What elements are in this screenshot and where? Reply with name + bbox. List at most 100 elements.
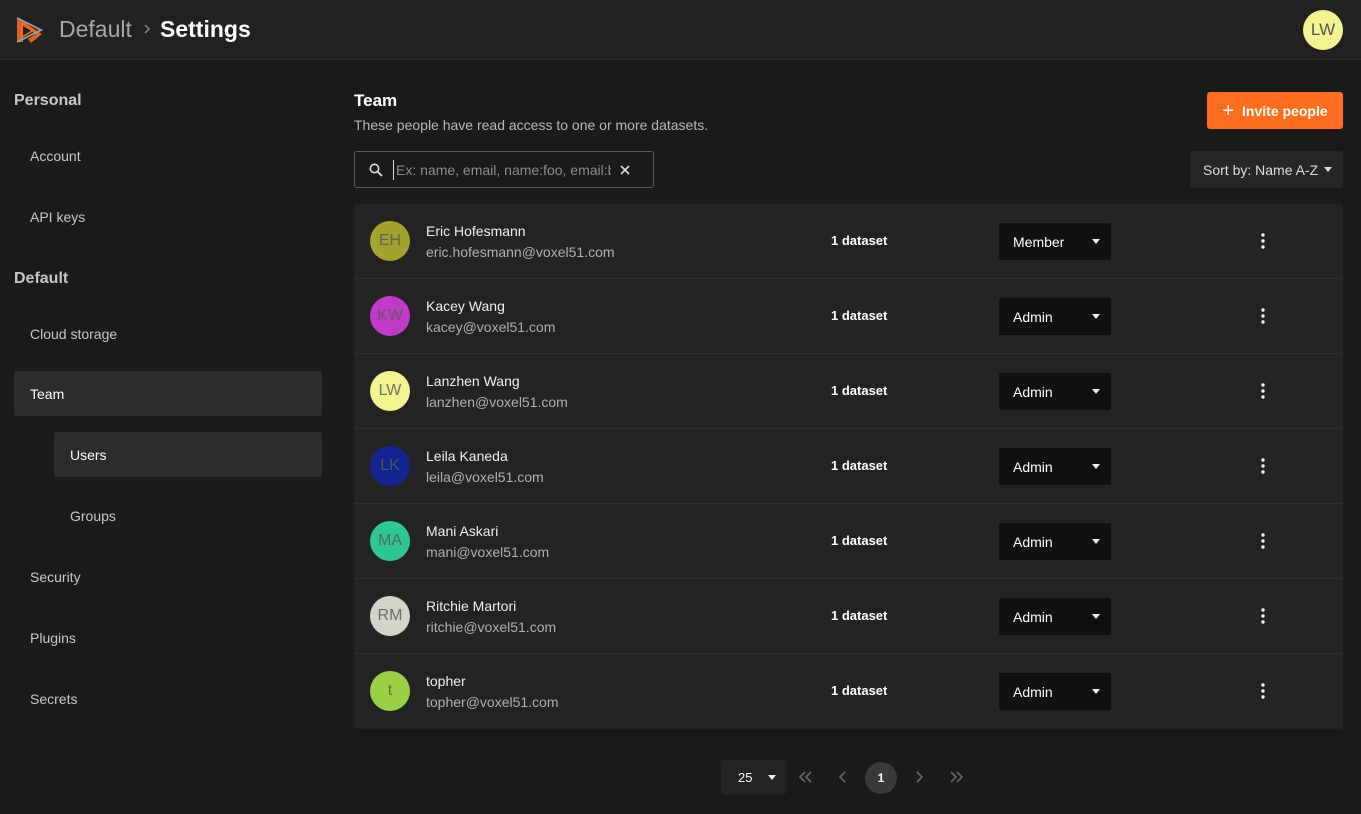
close-icon[interactable] <box>618 163 632 177</box>
role-dropdown[interactable]: Admin <box>999 373 1111 410</box>
caret-down-icon <box>1092 614 1100 619</box>
user-email: kacey@voxel51.com <box>426 319 556 335</box>
role-label: Admin <box>1013 383 1053 400</box>
avatar: t <box>370 671 410 711</box>
table-row: KW Kacey Wang kacey@voxel51.com 1 dataset Ad… <box>354 279 1343 354</box>
role-dropdown[interactable]: Admin <box>999 598 1111 635</box>
search-input[interactable] <box>393 160 611 180</box>
next-page-icon[interactable] <box>910 768 928 786</box>
user-name: Lanzhen Wang <box>426 373 520 389</box>
sidebar-item-groups[interactable]: Groups <box>54 493 322 538</box>
more-options-icon[interactable] <box>1255 531 1271 551</box>
role-dropdown[interactable]: Admin <box>999 448 1111 485</box>
dataset-count: 1 dataset <box>831 233 888 248</box>
user-email: mani@voxel51.com <box>426 544 550 560</box>
sidebar-item-cloud-storage[interactable]: Cloud storage <box>14 311 322 356</box>
last-page-icon[interactable] <box>948 768 966 786</box>
sidebar-item-secrets[interactable]: Secrets <box>14 676 322 721</box>
invite-people-label: Invite people <box>1242 102 1328 119</box>
caret-down-icon <box>1092 239 1100 244</box>
user-name: Ritchie Martori <box>426 598 517 614</box>
page-size-select[interactable]: 25 <box>721 760 786 795</box>
more-options-icon[interactable] <box>1255 381 1271 401</box>
avatar: LK <box>370 446 410 486</box>
sort-dropdown[interactable]: Sort by: Name A-Z <box>1190 151 1343 188</box>
caret-down-icon <box>1092 689 1100 694</box>
user-email: leila@voxel51.com <box>426 469 544 485</box>
role-dropdown[interactable]: Admin <box>999 298 1111 335</box>
voxel51-logo-icon[interactable] <box>14 15 44 45</box>
table-row: LW Lanzhen Wang lanzhen@voxel51.com 1 datas… <box>354 354 1343 429</box>
section-default-title: Default <box>14 270 69 287</box>
dataset-count: 1 dataset <box>831 458 888 473</box>
avatar: MA <box>370 521 410 561</box>
user-name: Kacey Wang <box>426 298 505 314</box>
top-header: Default Settings LW <box>0 0 1361 60</box>
sidebar-item-team[interactable]: Team <box>14 371 322 416</box>
page-title: Settings <box>160 16 251 42</box>
caret-down-icon <box>1092 314 1100 319</box>
dataset-count: 1 dataset <box>831 383 888 398</box>
more-options-icon[interactable] <box>1255 456 1271 476</box>
caret-down-icon <box>1092 389 1100 394</box>
role-dropdown[interactable]: Member <box>999 223 1111 260</box>
user-avatar[interactable]: LW <box>1303 10 1343 50</box>
settings-sidebar: Personal Account API keys Default Cloud … <box>0 60 336 814</box>
previous-page-icon[interactable] <box>834 768 852 786</box>
current-page-button[interactable]: 1 <box>865 762 897 794</box>
sidebar-item-api-keys[interactable]: API keys <box>14 194 322 239</box>
table-row: MA Mani Askari mani@voxel51.com 1 dataset Ad… <box>354 504 1343 579</box>
sidebar-item-account[interactable]: Account <box>14 133 322 178</box>
avatar: KW <box>370 296 410 336</box>
section-personal-title: Personal <box>14 92 82 109</box>
more-options-icon[interactable] <box>1255 306 1271 326</box>
user-email: topher@voxel51.com <box>426 694 559 710</box>
caret-down-icon <box>1092 464 1100 469</box>
sort-label: Sort by: Name A-Z <box>1203 161 1319 178</box>
dataset-count: 1 dataset <box>831 533 888 548</box>
sidebar-item-users[interactable]: Users <box>54 432 322 477</box>
chevron-right-icon <box>144 24 151 34</box>
user-email: ritchie@voxel51.com <box>426 619 557 635</box>
user-name: topher <box>426 673 466 689</box>
breadcrumb-workspace[interactable]: Default <box>59 16 132 43</box>
dataset-count: 1 dataset <box>831 308 888 323</box>
team-description: These people have read access to one or … <box>354 117 709 133</box>
role-label: Admin <box>1013 683 1053 700</box>
more-options-icon[interactable] <box>1255 681 1271 701</box>
avatar: RM <box>370 596 410 636</box>
role-dropdown[interactable]: Admin <box>999 673 1111 710</box>
caret-down-icon <box>768 775 776 780</box>
role-label: Admin <box>1013 533 1053 550</box>
users-table: EH Eric Hofesmann eric.hofesmann@voxel51.c… <box>354 204 1343 729</box>
first-page-icon[interactable] <box>796 768 814 786</box>
role-label: Admin <box>1013 608 1053 625</box>
sidebar-item-security[interactable]: Security <box>14 554 322 599</box>
team-title: Team <box>354 91 398 110</box>
sidebar-item-plugins[interactable]: Plugins <box>14 615 322 660</box>
search-field[interactable] <box>354 151 654 188</box>
dataset-count: 1 dataset <box>831 683 888 698</box>
invite-people-button[interactable]: + Invite people <box>1207 92 1343 129</box>
more-options-icon[interactable] <box>1255 606 1271 626</box>
caret-down-icon <box>1092 539 1100 544</box>
table-row: EH Eric Hofesmann eric.hofesmann@voxel51.c… <box>354 204 1343 279</box>
table-row: t topher topher@voxel51.com 1 dataset Admin <box>354 654 1343 729</box>
role-label: Admin <box>1013 458 1053 475</box>
user-name: Eric Hofesmann <box>426 223 526 239</box>
page-size-value: 25 <box>738 770 753 785</box>
avatar: EH <box>370 221 410 261</box>
role-label: Admin <box>1013 308 1053 325</box>
user-name: Mani Askari <box>426 523 499 539</box>
role-dropdown[interactable]: Admin <box>999 523 1111 560</box>
role-label: Member <box>1013 233 1065 250</box>
search-icon <box>369 163 383 177</box>
caret-down-icon <box>1324 167 1332 172</box>
table-row: RM Ritchie Martori ritchie@voxel51.com 1 da… <box>354 579 1343 654</box>
user-email: lanzhen@voxel51.com <box>426 394 568 410</box>
more-options-icon[interactable] <box>1255 231 1271 251</box>
table-row: LK Leila Kaneda leila@voxel51.com 1 dataset… <box>354 429 1343 504</box>
dataset-count: 1 dataset <box>831 608 888 623</box>
plus-icon: + <box>1222 99 1235 122</box>
avatar: LW <box>370 371 410 411</box>
